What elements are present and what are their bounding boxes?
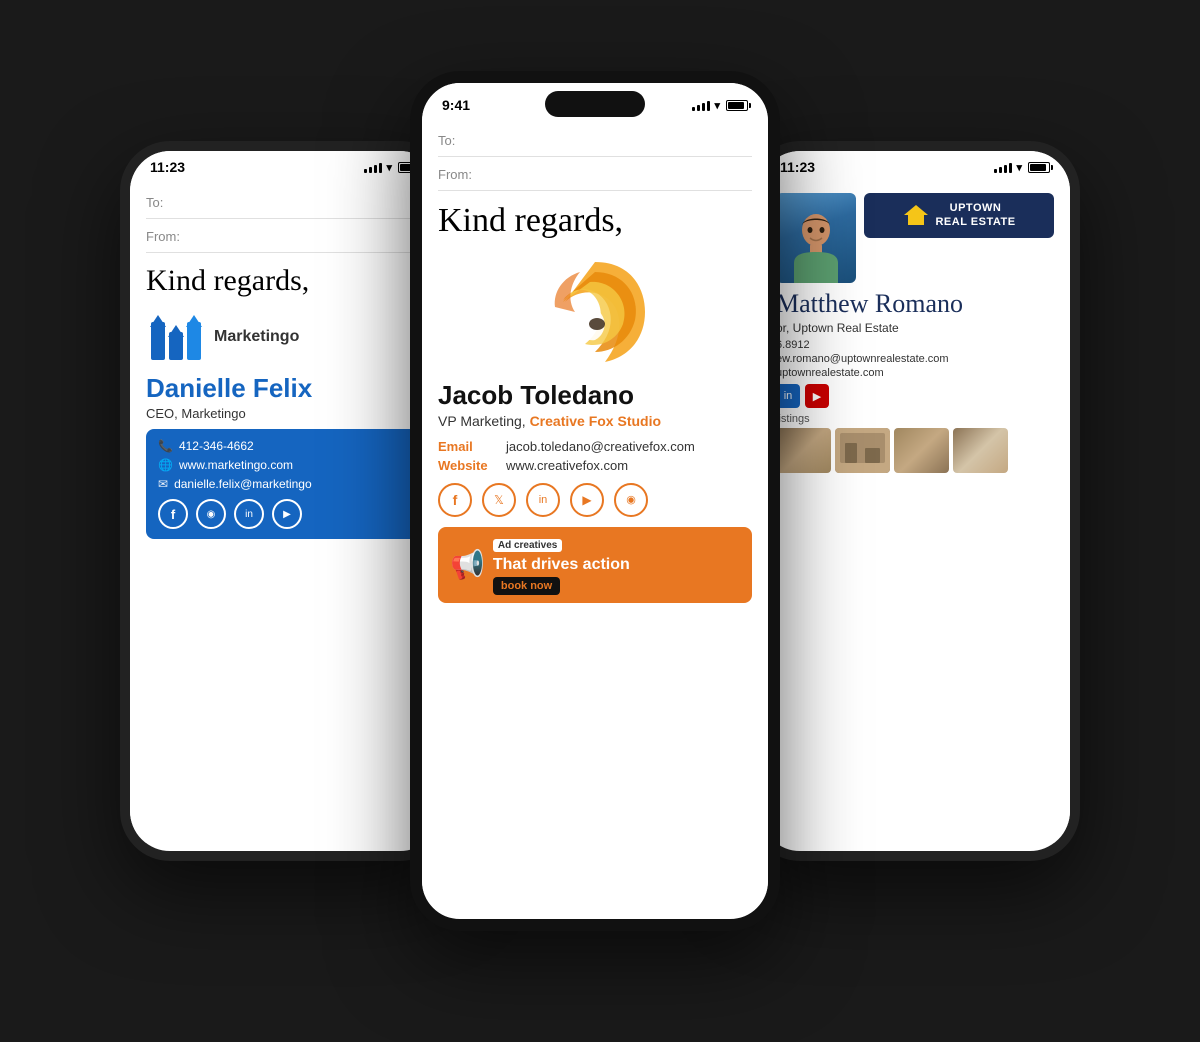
- youtube-icon-center[interactable]: ▶: [570, 483, 604, 517]
- email-content-right: UPTOWN REAL ESTATE Matthew Romano or, Up…: [760, 179, 1070, 843]
- website-value-center: www.creativefox.com: [506, 458, 628, 473]
- phone-left: 11:23 ▾ To: From: Kind regards,: [120, 141, 450, 861]
- email-right-val: ew.romano@uptownrealestate.com: [776, 353, 1054, 365]
- signal-icon-center: [692, 99, 710, 111]
- listing-4: [953, 428, 1008, 473]
- ad-text-block: Ad creatives That drives action book now: [493, 535, 740, 595]
- email-icon-left: ✉: [158, 477, 168, 491]
- social-icons-right: in ▶: [776, 384, 1054, 408]
- ad-main-text: That drives action: [493, 556, 630, 573]
- signal-icon-right: [994, 161, 1012, 173]
- time-left: 11:23: [150, 159, 185, 175]
- marketingo-logo-svg: [146, 307, 206, 367]
- website-row-left: 🌐 www.marketingo.com: [158, 458, 412, 472]
- phone-icon-left: 📞: [158, 439, 173, 453]
- time-right: 11:23: [780, 159, 815, 175]
- phone-right-val: 6.8912: [776, 339, 1054, 351]
- battery-icon-right: [1028, 162, 1050, 173]
- logo-area-left: Marketingo: [146, 307, 424, 367]
- fox-logo-svg: [535, 252, 655, 372]
- twitter-icon-center[interactable]: 𝕏: [482, 483, 516, 517]
- social-icons-left: f ◉ in ▶: [158, 499, 412, 529]
- uptown-line1: UPTOWN: [935, 201, 1015, 215]
- uptown-logo-right: UPTOWN REAL ESTATE: [864, 193, 1054, 238]
- agent-silhouette-svg: [786, 208, 846, 283]
- role-right: or, Uptown Real Estate: [776, 321, 1054, 335]
- linkedin-icon-center[interactable]: in: [526, 483, 560, 517]
- email-value-left: danielle.felix@marketingo: [174, 477, 312, 491]
- email-to-center: To:: [438, 125, 752, 157]
- listings-label-right: listings: [776, 413, 1054, 425]
- megaphone-icon: 📢: [450, 548, 485, 581]
- uptown-house-icon: [902, 201, 930, 229]
- email-label-center: Email: [438, 439, 498, 454]
- signal-icon-left: [364, 161, 382, 173]
- status-icons-right: ▾: [994, 161, 1050, 174]
- website-contact-center: Website www.creativefox.com: [438, 458, 752, 473]
- marketingo-text-left: Marketingo: [214, 328, 299, 346]
- agent-photo-right: [776, 193, 856, 283]
- uptown-line2: REAL ESTATE: [935, 215, 1015, 229]
- wifi-icon-left: ▾: [386, 161, 392, 174]
- phone-right: 11:23 ▾: [750, 141, 1080, 861]
- email-from-left: From:: [146, 221, 424, 253]
- status-icons-center: ▾: [692, 99, 748, 112]
- fox-logo-area: [438, 252, 752, 372]
- facebook-icon-center[interactable]: f: [438, 483, 472, 517]
- website-label-center: Website: [438, 458, 498, 473]
- status-bar-left: 11:23 ▾: [130, 151, 440, 179]
- website-value-left: www.marketingo.com: [179, 458, 293, 472]
- wifi-icon-center: ▾: [714, 99, 720, 112]
- phones-container: 11:23 ▾ To: From: Kind regards,: [100, 41, 1100, 1001]
- ad-banner[interactable]: 📢 Ad creatives That drives action book n…: [438, 527, 752, 603]
- linkedin-icon-left[interactable]: in: [234, 499, 264, 529]
- listing-2: [835, 428, 890, 473]
- listings-row-right: [776, 428, 1054, 473]
- listing-1: [776, 428, 831, 473]
- email-contact-center: Email jacob.toledano@creativefox.com: [438, 439, 752, 454]
- email-to-left: To:: [146, 187, 424, 219]
- listing-3: [894, 428, 949, 473]
- dynamic-island: [545, 91, 645, 117]
- greeting-center: Kind regards,: [438, 201, 752, 242]
- battery-icon-center: [726, 100, 748, 111]
- phone-center: 9:41 ▾ To: From: Kind regards,: [410, 71, 780, 931]
- globe-icon-left: 🌐: [158, 458, 173, 472]
- status-bar-right: 11:23 ▾: [760, 151, 1070, 179]
- ad-small-text: Ad creatives: [493, 539, 562, 552]
- wifi-icon-right: ▾: [1016, 161, 1022, 174]
- instagram-icon-center[interactable]: ◉: [614, 483, 648, 517]
- website-right-val: uptownrealestate.com: [776, 367, 1054, 379]
- phone-value-left: 412-346-4662: [179, 439, 254, 453]
- name-right: Matthew Romano: [776, 289, 1054, 319]
- email-value-center: jacob.toledano@creativefox.com: [506, 439, 695, 454]
- youtube-icon-left[interactable]: ▶: [272, 499, 302, 529]
- email-from-center: From:: [438, 159, 752, 191]
- ad-book-btn[interactable]: book now: [493, 577, 560, 595]
- social-icons-center: f 𝕏 in ▶ ◉: [438, 483, 752, 517]
- youtube-icon-right[interactable]: ▶: [805, 384, 829, 408]
- email-row-left: ✉ danielle.felix@marketingo: [158, 477, 412, 491]
- name-center: Jacob Toledano: [438, 380, 752, 411]
- listing-img-2-svg: [835, 428, 890, 473]
- title-left: CEO, Marketingo: [146, 406, 424, 421]
- email-content-center: To: From: Kind regards,: [422, 117, 768, 917]
- phone-row-left: 📞 412-346-4662: [158, 439, 412, 453]
- time-center: 9:41: [442, 97, 470, 113]
- title-pre-center: VP Marketing,: [438, 413, 530, 429]
- greeting-left: Kind regards,: [146, 263, 424, 299]
- title-company-center: Creative Fox Studio: [530, 413, 661, 429]
- facebook-icon-left[interactable]: f: [158, 499, 188, 529]
- email-content-left: To: From: Kind regards, Marketingo Danie…: [130, 179, 440, 843]
- contact-box-left: 📞 412-346-4662 🌐 www.marketingo.com ✉ da…: [146, 429, 424, 539]
- name-left: Danielle Felix: [146, 373, 424, 404]
- photo-logo-row-right: UPTOWN REAL ESTATE: [776, 193, 1054, 283]
- instagram-icon-left[interactable]: ◉: [196, 499, 226, 529]
- title-center: VP Marketing, Creative Fox Studio: [438, 413, 752, 429]
